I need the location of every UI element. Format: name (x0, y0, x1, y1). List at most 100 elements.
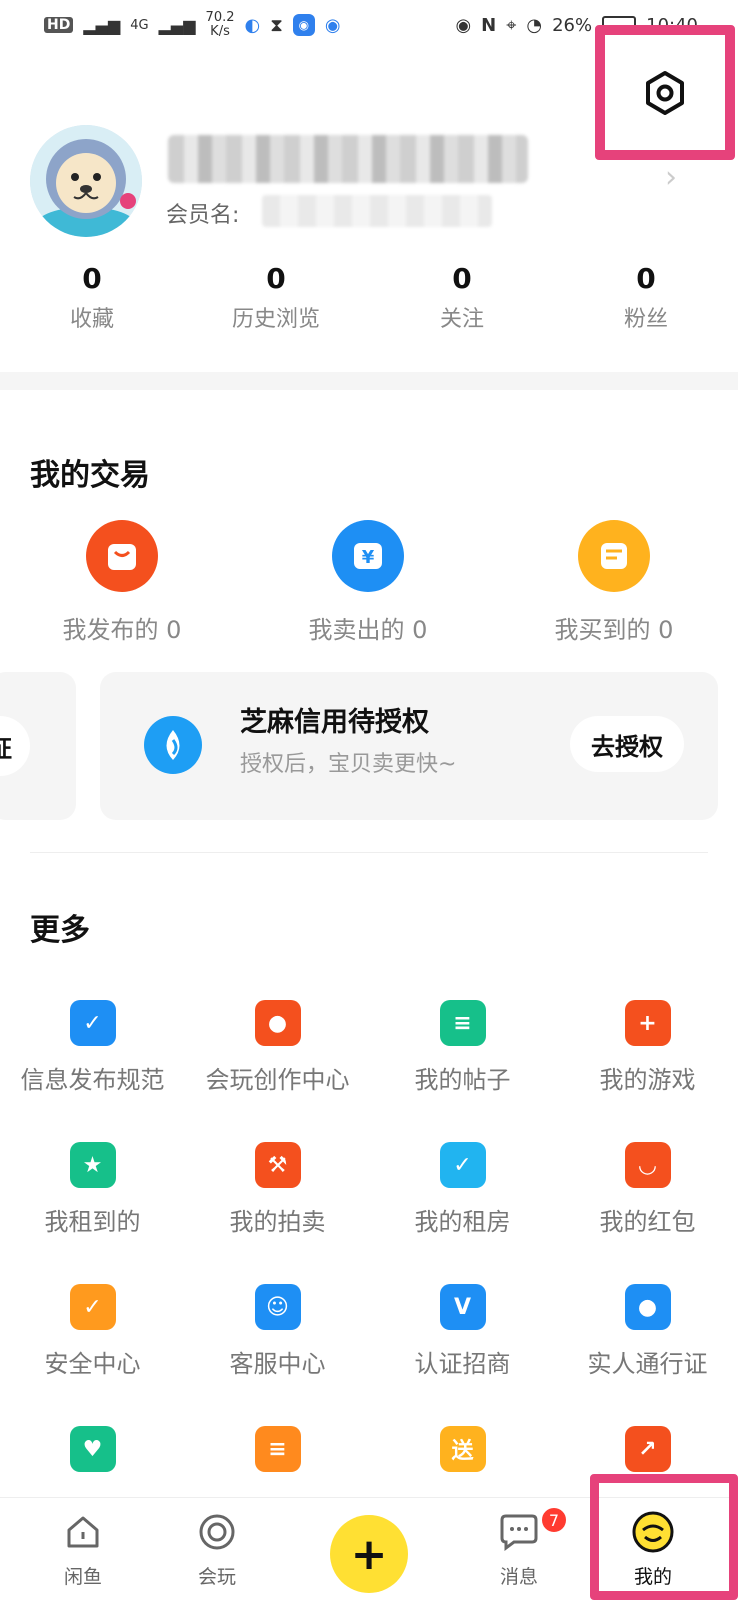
more-item[interactable]: ≡ 我的帖子 (370, 1000, 555, 1095)
avatar[interactable] (30, 125, 142, 237)
chat-tab-icon (497, 1510, 541, 1554)
stat-num: 0 (452, 262, 472, 295)
mine-tab-highlight (590, 1474, 738, 1600)
heart-icon: ♥ (69, 1426, 116, 1472)
network-type: 4G (130, 17, 149, 33)
browser-icon: ◉ (324, 14, 341, 36)
trade-section-title: 我的交易 (30, 458, 150, 493)
post-icon: ≡ (439, 1000, 486, 1046)
signal-icon-2: ▂▄▆ (158, 15, 196, 35)
svg-text:¥: ¥ (362, 547, 375, 568)
message-badge: 7 (540, 1506, 568, 1534)
more-item-label: 认证招商 (414, 1350, 511, 1378)
more-item[interactable]: ♥ (0, 1426, 185, 1486)
profile-chevron-right-icon[interactable]: › (665, 160, 677, 195)
net-speed-unit: K/s (210, 24, 230, 39)
tab-xianyu[interactable]: 闲鱼 (28, 1510, 138, 1589)
more-section-title: 更多 (30, 913, 90, 948)
more-item[interactable]: ✓ 安全中心 (0, 1284, 185, 1379)
stat-fans[interactable]: 0 粉丝 (566, 262, 726, 333)
star-icon: ★ (69, 1142, 116, 1188)
tab-label: 闲鱼 (63, 1566, 102, 1588)
more-item[interactable]: ★ 我租到的 (0, 1142, 185, 1237)
verify-card[interactable]: 证 (0, 672, 76, 820)
nickname-redacted (168, 135, 528, 183)
stat-label: 粉丝 (623, 307, 668, 332)
more-item-label: 客服中心 (229, 1350, 326, 1378)
tab-huiwan[interactable]: 会玩 (162, 1510, 272, 1589)
receipt-icon (578, 520, 650, 592)
zhima-credit-card[interactable]: 芝麻信用待授权 授权后，宝贝卖更快~ 去授权 (100, 672, 718, 820)
stat-label: 历史浏览 (231, 307, 320, 332)
more-item[interactable]: ● 会玩创作中心 (185, 1000, 370, 1095)
publish-button[interactable]: + (330, 1515, 408, 1593)
trade-item-bought[interactable]: 我买到的 0 (514, 520, 714, 645)
tab-label: 会玩 (197, 1566, 236, 1588)
yen-icon: ¥ (332, 520, 404, 592)
bulb-icon: ● (254, 1000, 301, 1046)
net-speed: 70.2 K/s (206, 11, 235, 39)
more-item-label: 我的帖子 (414, 1066, 511, 1094)
section-separator (0, 372, 738, 390)
headset-icon: ☺ (254, 1284, 301, 1330)
more-item[interactable]: ✓ 我的租房 (370, 1142, 555, 1237)
trade-item-published[interactable]: 我发布的 0 (22, 520, 222, 645)
more-item[interactable]: ☺ 客服中心 (185, 1284, 370, 1379)
play-tab-icon (195, 1510, 239, 1554)
more-item[interactable]: ≡ (185, 1426, 370, 1486)
app-notif-icon: ◐ (244, 14, 261, 36)
profile-header[interactable]: 会员名: (30, 125, 710, 237)
more-item[interactable]: ✓ 信息发布规范 (0, 1000, 185, 1095)
more-item[interactable]: + 我的游戏 (555, 1000, 738, 1095)
stat-following[interactable]: 0 关注 (382, 262, 542, 333)
tab-label: 消息 (499, 1566, 538, 1588)
hd-indicator: HD (44, 17, 74, 33)
battery-percent: 26% (552, 14, 593, 36)
settings-hexagon-icon (646, 70, 684, 115)
more-item-label: 我的拍卖 (229, 1208, 326, 1236)
status-left: HD ▂▄▆ 4G ▂▄▆ 70.2 K/s ◐ ⧗ ◉ ◉ (44, 11, 341, 39)
more-item[interactable]: 送 (370, 1426, 555, 1486)
nfc-icon: N (481, 14, 497, 36)
plus-icon: + (350, 1528, 388, 1580)
authorize-button[interactable]: 去授权 (570, 716, 684, 772)
more-item[interactable]: ● 实人通行证 (555, 1284, 738, 1379)
signal-icon: ▂▄▆ (83, 15, 121, 35)
gift-send-icon: 送 (439, 1426, 486, 1472)
card-icon: ≡ (254, 1426, 301, 1472)
hourglass-icon: ⧗ (270, 14, 283, 36)
more-item-label: 安全中心 (44, 1350, 141, 1378)
check-shield-icon: ✓ (69, 1000, 116, 1046)
stat-history[interactable]: 0 历史浏览 (196, 262, 356, 333)
red-packet-icon: ◡ (624, 1142, 671, 1188)
more-item-label: 信息发布规范 (20, 1066, 165, 1094)
stat-label: 关注 (439, 307, 484, 332)
stat-num: 0 (636, 262, 656, 295)
more-item-label: 我的租房 (414, 1208, 511, 1236)
wifi-app-icon: ◉ (292, 14, 315, 36)
more-item[interactable]: ◡ 我的红包 (555, 1142, 738, 1237)
verify-pill[interactable]: 证 (0, 716, 30, 776)
trade-label: 我买到的 0 (554, 616, 674, 644)
bag-icon (86, 520, 158, 592)
gamepad-icon: + (624, 1000, 671, 1046)
more-item[interactable]: ⚒ 我的拍卖 (185, 1142, 370, 1237)
divider (30, 852, 708, 853)
trade-label: 我发布的 0 (62, 616, 182, 644)
member-name-label: 会员名: (166, 203, 240, 228)
more-item-label: 我租到的 (44, 1208, 141, 1236)
net-speed-value: 70.2 (205, 10, 235, 25)
location-icon: ⌖ (506, 14, 517, 36)
stat-label: 收藏 (69, 307, 114, 332)
member-name-redacted (262, 195, 492, 227)
zhima-subtitle: 授权后，宝贝卖更快~ (240, 752, 457, 777)
stat-num: 0 (82, 262, 102, 295)
trade-item-sold[interactable]: ¥ 我卖出的 0 (268, 520, 468, 645)
stat-favorites[interactable]: 0 收藏 (12, 262, 172, 333)
home-tab-icon (61, 1510, 105, 1554)
person-icon: ● (624, 1284, 671, 1330)
zhima-icon (144, 716, 202, 774)
more-item[interactable]: V 认证招商 (370, 1284, 555, 1379)
house-icon: ✓ (439, 1142, 486, 1188)
more-item-label: 我的游戏 (599, 1066, 696, 1094)
